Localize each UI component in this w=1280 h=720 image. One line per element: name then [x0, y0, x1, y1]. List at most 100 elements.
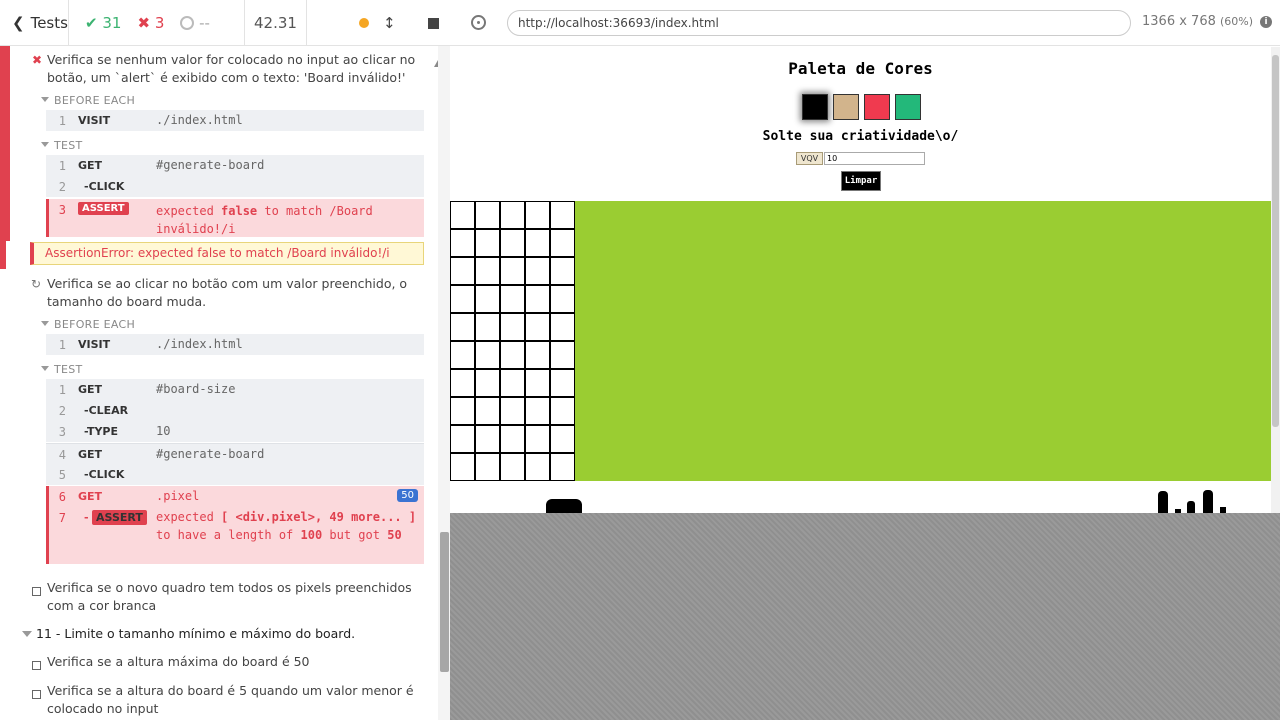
- test-hook[interactable]: TEST: [41, 139, 83, 152]
- info-icon[interactable]: i: [1260, 16, 1272, 28]
- pixel[interactable]: [525, 257, 550, 285]
- pixel[interactable]: [475, 201, 500, 229]
- pixel[interactable]: [450, 397, 475, 425]
- pixel[interactable]: [500, 453, 525, 481]
- pixel[interactable]: [500, 341, 525, 369]
- silhouette-shape: [1158, 491, 1168, 513]
- msg-value: false: [221, 204, 258, 218]
- pixel[interactable]: [550, 257, 575, 285]
- pixel[interactable]: [475, 285, 500, 313]
- color-swatch[interactable]: [864, 94, 890, 120]
- command-number: 2: [58, 404, 66, 418]
- pixel[interactable]: [550, 369, 575, 397]
- command-row[interactable]: 1 VISIT ./index.html: [46, 334, 424, 355]
- pixel[interactable]: [450, 285, 475, 313]
- auto-scroll-icon[interactable]: ↕: [383, 14, 396, 32]
- pixel[interactable]: [525, 229, 550, 257]
- pixel[interactable]: [450, 257, 475, 285]
- before-each-hook[interactable]: BEFORE EACH: [41, 94, 135, 107]
- app-scrollbar-thumb[interactable]: [1272, 55, 1279, 427]
- pixel[interactable]: [550, 313, 575, 341]
- pixel[interactable]: [450, 201, 475, 229]
- selector-playground-icon[interactable]: [471, 15, 486, 30]
- pixel[interactable]: [525, 285, 550, 313]
- pixel[interactable]: [450, 229, 475, 257]
- pixel[interactable]: [550, 229, 575, 257]
- pixel[interactable]: [500, 313, 525, 341]
- pixel[interactable]: [525, 341, 550, 369]
- pixel[interactable]: [475, 425, 500, 453]
- pixel[interactable]: [550, 425, 575, 453]
- pixel[interactable]: [450, 369, 475, 397]
- pixel[interactable]: [450, 453, 475, 481]
- pixel[interactable]: [550, 285, 575, 313]
- color-swatch[interactable]: [833, 94, 859, 120]
- pixel[interactable]: [500, 425, 525, 453]
- test-title-failed[interactable]: ✖ Verifica se nenhum valor for colocado …: [30, 51, 438, 87]
- command-name: -CLEAR: [84, 404, 129, 417]
- failed-stat[interactable]: ✖ 3: [137, 14, 164, 32]
- pending-stat[interactable]: --: [180, 14, 210, 32]
- pixel[interactable]: [500, 369, 525, 397]
- command-row-failed[interactable]: 6 GET .pixel 50 7 - ASSERT expected [ <d…: [46, 486, 424, 564]
- url-bar[interactable]: http://localhost:36693/index.html: [507, 10, 1131, 36]
- command-row[interactable]: 1 GET #generate-board: [46, 155, 424, 176]
- pixel[interactable]: [450, 313, 475, 341]
- passed-stat[interactable]: ✔ 31: [85, 14, 121, 32]
- pixel[interactable]: [475, 257, 500, 285]
- failed-count: 3: [154, 14, 165, 32]
- command-row[interactable]: 1 VISIT ./index.html: [46, 110, 424, 131]
- pixel[interactable]: [500, 257, 525, 285]
- pixel[interactable]: [500, 201, 525, 229]
- command-row[interactable]: 2 -CLICK: [46, 176, 424, 197]
- pixel[interactable]: [475, 453, 500, 481]
- assert-badge: ASSERT: [92, 510, 147, 525]
- command-row[interactable]: 2 -CLEAR: [46, 400, 424, 421]
- test-title-pending[interactable]: Verifica se a altura máxima do board é 5…: [30, 653, 426, 671]
- reporter-scrollbar-thumb[interactable]: [440, 532, 449, 672]
- test-title-pending[interactable]: Verifica se o novo quadro tem todos os p…: [30, 579, 426, 615]
- pixel[interactable]: [525, 397, 550, 425]
- generate-board-button[interactable]: VQV: [796, 152, 823, 165]
- stop-icon[interactable]: [427, 17, 439, 29]
- pixel[interactable]: [525, 313, 550, 341]
- command-row[interactable]: 3 -TYPE 10: [46, 421, 424, 442]
- test-title-pending[interactable]: Verifica se a altura do board é 5 quando…: [30, 682, 426, 718]
- msg-value: 50: [387, 528, 402, 542]
- pixel[interactable]: [475, 369, 500, 397]
- test-title-text: Verifica se o novo quadro tem todos os p…: [47, 580, 412, 613]
- command-number: 5: [58, 468, 66, 482]
- pixel[interactable]: [500, 229, 525, 257]
- back-to-tests-button[interactable]: ❮ Tests: [0, 0, 69, 46]
- pixel[interactable]: [450, 425, 475, 453]
- command-row[interactable]: 5 -CLICK: [46, 464, 424, 485]
- error-message[interactable]: AssertionError: expected false to match …: [30, 242, 424, 265]
- pixel[interactable]: [475, 397, 500, 425]
- color-swatch[interactable]: [895, 94, 921, 120]
- pixel[interactable]: [525, 369, 550, 397]
- test-title-running[interactable]: ↻ Verifica se ao clicar no botão com um …: [30, 275, 426, 311]
- pixel[interactable]: [550, 397, 575, 425]
- pixel[interactable]: [525, 425, 550, 453]
- pixel[interactable]: [550, 201, 575, 229]
- pixel[interactable]: [525, 201, 550, 229]
- command-row[interactable]: 1 GET #board-size: [46, 379, 424, 400]
- board-size-input[interactable]: 10: [824, 152, 925, 165]
- color-swatch[interactable]: [802, 94, 828, 120]
- pixel[interactable]: [525, 453, 550, 481]
- suite-title[interactable]: 11 - Limite o tamanho mínimo e máximo do…: [22, 626, 355, 641]
- pixel[interactable]: [475, 229, 500, 257]
- collapse-triangle-icon: [41, 97, 49, 102]
- pixel[interactable]: [475, 341, 500, 369]
- command-row-failed[interactable]: 3 ASSERT expected false to match /Board …: [46, 199, 424, 237]
- pixel[interactable]: [475, 313, 500, 341]
- before-each-hook[interactable]: BEFORE EACH: [41, 318, 135, 331]
- pixel[interactable]: [550, 341, 575, 369]
- command-row[interactable]: 4 GET #generate-board: [46, 443, 424, 464]
- test-hook[interactable]: TEST: [41, 363, 83, 376]
- pixel[interactable]: [550, 453, 575, 481]
- clear-board-button[interactable]: Limpar: [841, 171, 881, 191]
- pixel[interactable]: [500, 397, 525, 425]
- pixel[interactable]: [500, 285, 525, 313]
- pixel[interactable]: [450, 341, 475, 369]
